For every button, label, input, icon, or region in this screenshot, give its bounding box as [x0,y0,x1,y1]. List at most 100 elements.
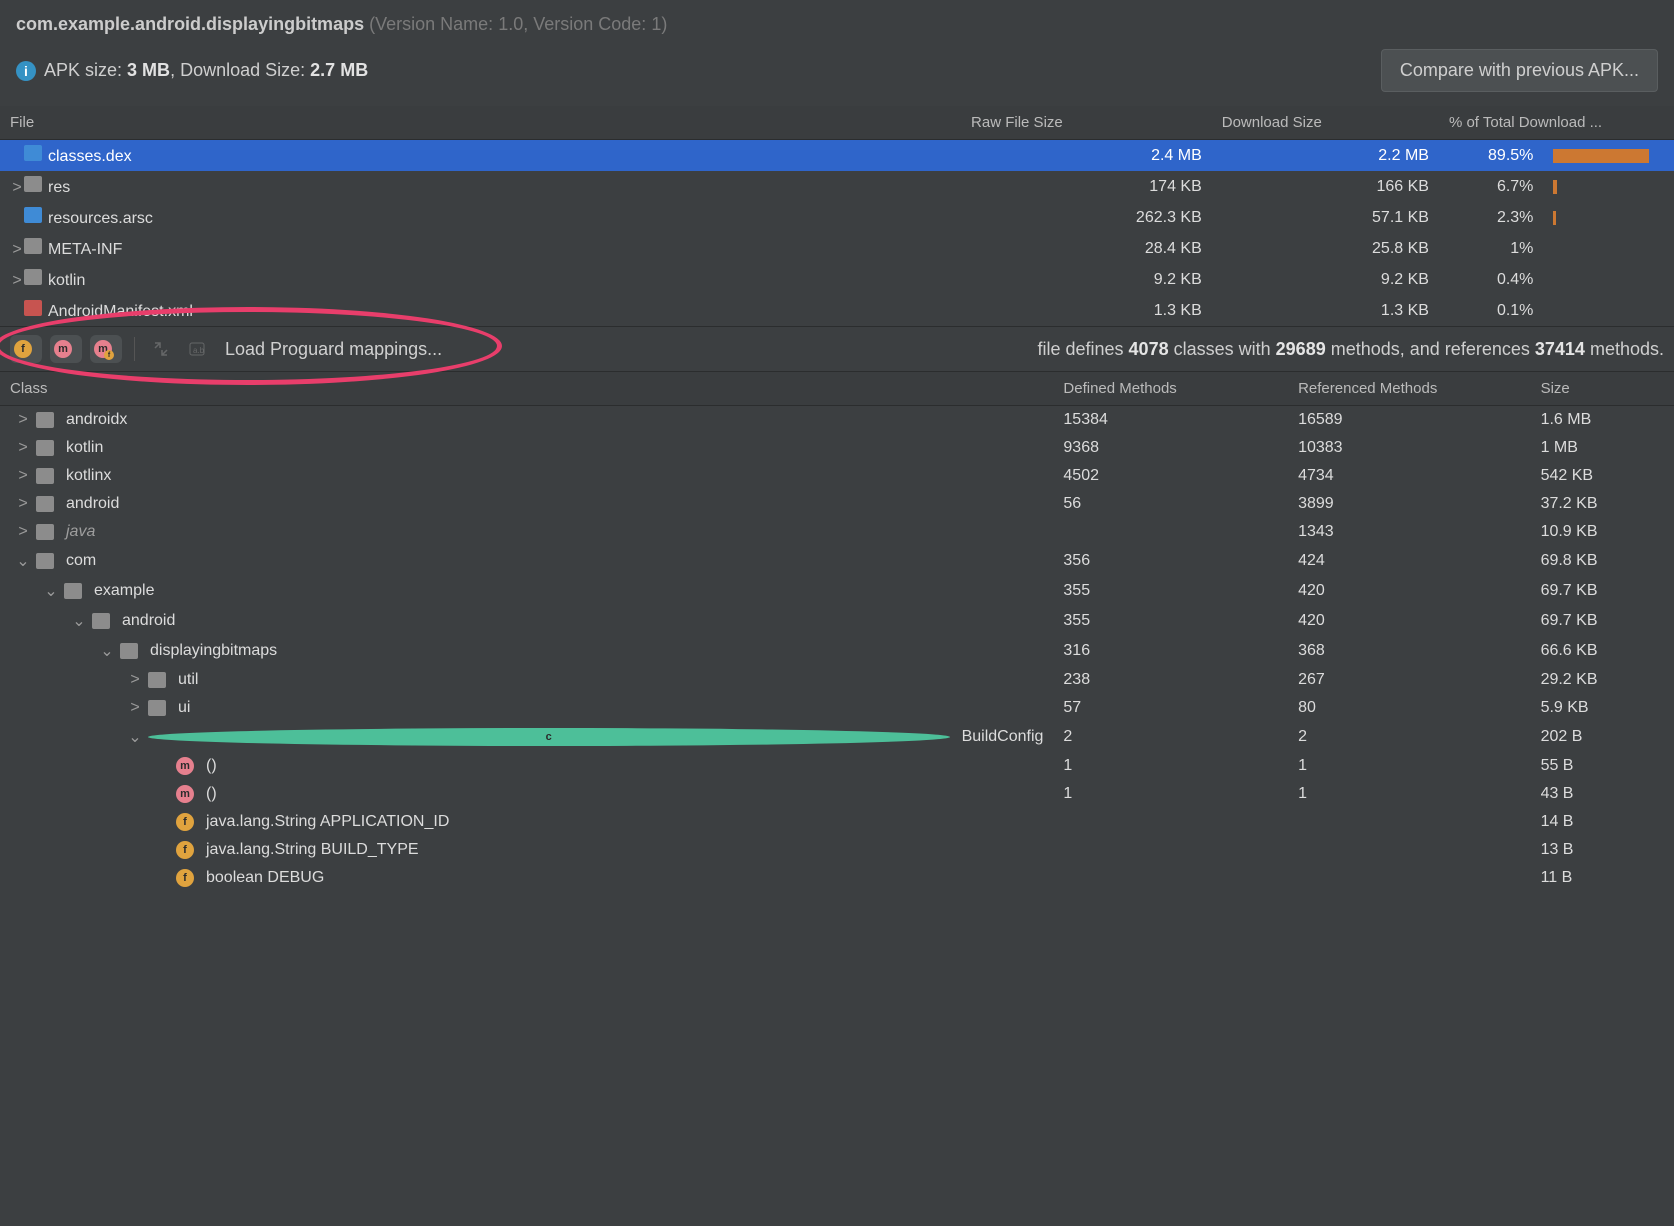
compare-apk-button[interactable]: Compare with previous APK... [1381,49,1658,92]
deobfuscate-button[interactable]: a.b [183,336,211,362]
method-icon: m [54,340,72,358]
class-row[interactable]: >fjava.lang.String BUILD_TYPE13 B [0,836,1674,864]
file-row[interactable]: >AndroidManifest.xml1.3 KB1.3 KB0.1% [0,295,1674,326]
defined-methods: 1 [1053,780,1288,808]
node-size: 37.2 KB [1531,490,1674,518]
expand-icon[interactable]: > [16,439,30,457]
referenced-methods: 80 [1288,694,1530,722]
node-size: 29.2 KB [1531,666,1674,694]
referenced-methods: 16589 [1288,406,1530,435]
file-name: res [48,179,70,196]
class-row[interactable]: >androidx15384165891.6 MB [0,406,1674,435]
package-icon [36,553,54,569]
expand-tree-button[interactable] [147,336,175,362]
class-row[interactable]: ⌄displayingbitmaps31636866.6 KB [0,636,1674,666]
expand-icon[interactable]: > [16,523,30,541]
filter-fields-button[interactable]: f [10,335,42,363]
expand-icon[interactable]: > [16,467,30,485]
defined-methods [1053,836,1288,864]
expand-icon[interactable]: > [16,411,30,429]
class-row[interactable]: >m()1143 B [0,780,1674,808]
node-size: 66.6 KB [1531,636,1674,666]
toolbar-separator [134,337,135,361]
expand-icon[interactable]: > [16,495,30,513]
package-icon [36,496,54,512]
pct-download: 89.5% [1439,140,1543,172]
package-icon [36,468,54,484]
expand-icon[interactable]: > [128,699,142,717]
expand-icon[interactable]: > [10,179,24,197]
col-class[interactable]: Class [0,372,1053,406]
pct-bar [1553,180,1649,194]
load-proguard-button[interactable]: Load Proguard mappings... [219,339,442,360]
pct-download: 6.7% [1439,171,1543,202]
referenced-methods [1288,808,1530,836]
class-row[interactable]: >kotlin9368103831 MB [0,434,1674,462]
col-download-size[interactable]: Download Size [1212,106,1439,140]
class-row[interactable]: >kotlinx45024734542 KB [0,462,1674,490]
col-defined-methods[interactable]: Defined Methods [1053,372,1288,406]
node-size: 69.7 KB [1531,606,1674,636]
expand-icon[interactable]: > [128,671,142,689]
referenced-methods: 1 [1288,780,1530,808]
file-row[interactable]: >resources.arsc262.3 KB57.1 KB2.3% [0,202,1674,233]
file-row[interactable]: >kotlin9.2 KB9.2 KB0.4% [0,264,1674,295]
referenced-methods [1288,836,1530,864]
node-name: BuildConfig [962,728,1044,746]
referenced-methods: 368 [1288,636,1530,666]
class-row[interactable]: ⌄cBuildConfig22202 B [0,722,1674,752]
pct-download: 0.4% [1439,264,1543,295]
class-row[interactable]: >fboolean DEBUG11 B [0,864,1674,892]
package-meta: (Version Name: 1.0, Version Code: 1) [369,14,667,34]
expand-icon[interactable]: > [10,272,24,290]
col-file[interactable]: File [0,106,961,140]
class-row[interactable]: >util23826729.2 KB [0,666,1674,694]
expand-icon[interactable]: ⌄ [128,727,142,747]
expand-icon[interactable]: > [10,241,24,259]
class-row[interactable]: >java134310.9 KB [0,518,1674,546]
node-name: () [206,785,217,803]
file-row[interactable]: >res174 KB166 KB6.7% [0,171,1674,202]
referenced-methods [1288,864,1530,892]
class-row[interactable]: ⌄android35542069.7 KB [0,606,1674,636]
dex-summary: file defines 4078 classes with 29689 met… [1037,339,1664,360]
expand-icon[interactable]: ⌄ [72,611,86,631]
class-row[interactable]: >fjava.lang.String APPLICATION_ID14 B [0,808,1674,836]
col-raw-size[interactable]: Raw File Size [961,106,1212,140]
expand-icon[interactable]: ⌄ [16,551,30,571]
filter-referenced-button[interactable]: f m [90,335,122,363]
col-pct-download[interactable]: % of Total Download ... [1439,106,1674,140]
node-name: () [206,757,217,775]
expand-icon[interactable]: ⌄ [44,581,58,601]
download-size: 57.1 KB [1212,202,1439,233]
class-row[interactable]: ⌄example35542069.7 KB [0,576,1674,606]
node-name: kotlin [66,439,103,457]
node-name: java.lang.String APPLICATION_ID [206,813,449,831]
class-row[interactable]: >android56389937.2 KB [0,490,1674,518]
node-name: displayingbitmaps [150,642,277,660]
col-referenced-methods[interactable]: Referenced Methods [1288,372,1530,406]
referenced-methods: 10383 [1288,434,1530,462]
folder-icon [24,238,42,254]
class-row[interactable]: >ui57805.9 KB [0,694,1674,722]
filter-methods-button[interactable]: m [50,335,82,363]
file-name: resources.arsc [48,210,153,227]
class-row[interactable]: ⌄com35642469.8 KB [0,546,1674,576]
ref-method-icon: f m [94,340,112,358]
file-row[interactable]: >classes.dex2.4 MB2.2 MB89.5% [0,140,1674,172]
defined-methods: 356 [1053,546,1288,576]
referenced-methods: 4734 [1288,462,1530,490]
expand-icon[interactable]: ⌄ [100,641,114,661]
node-name: android [66,495,119,513]
download-size: 1.3 KB [1212,295,1439,326]
class-icon: c [148,728,950,746]
file-row[interactable]: >META-INF28.4 KB25.8 KB1% [0,233,1674,264]
node-size: 202 B [1531,722,1674,752]
package-name: com.example.android.displayingbitmaps [16,14,364,34]
package-icon [36,412,54,428]
col-size[interactable]: Size [1531,372,1674,406]
pct-download: 1% [1439,233,1543,264]
pct-bar [1553,242,1649,256]
referenced-methods: 420 [1288,576,1530,606]
class-row[interactable]: >m()1155 B [0,752,1674,780]
